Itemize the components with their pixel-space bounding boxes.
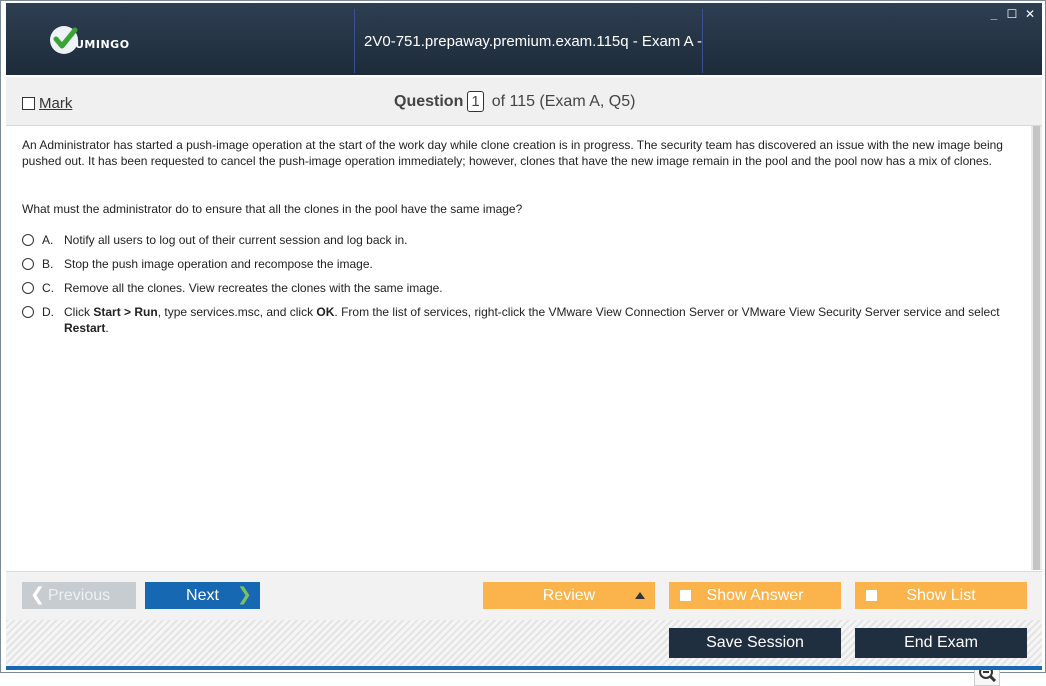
- option-a-radio[interactable]: [22, 234, 34, 246]
- next-label: Next: [186, 586, 219, 604]
- mark-label: Mark: [39, 95, 73, 112]
- option-text: Click Start > Run, type services.msc, an…: [64, 304, 1002, 336]
- question-header: Mark Question 1 of 115 (Exam A, Q5): [6, 77, 1042, 126]
- nav-bar: ❮ Previous Next ❯ Review Show Answer Sho…: [6, 571, 1042, 620]
- option-a[interactable]: A. Notify all users to log out of their …: [22, 232, 1002, 248]
- option-text: Remove all the clones. View recreates th…: [64, 281, 443, 295]
- save-session-button[interactable]: Save Session: [669, 628, 841, 658]
- close-button[interactable]: ✕: [1024, 7, 1036, 21]
- show-answer-button[interactable]: Show Answer: [669, 582, 841, 609]
- option-letter: A.: [42, 233, 54, 247]
- title-bar: UMINGO 2V0-751.prepaway.premium.exam.115…: [6, 3, 1042, 128]
- option-d[interactable]: D. Click Start > Run, type services.msc,…: [22, 304, 1002, 336]
- footer-bar: Save Session End Exam: [6, 620, 1042, 666]
- option-letter: D.: [42, 305, 54, 319]
- checkbox-icon: [680, 590, 691, 601]
- title-divider: [354, 9, 355, 73]
- question-label: Question: [394, 92, 464, 110]
- mark-checkbox[interactable]: Mark: [22, 95, 72, 112]
- show-list-button[interactable]: Show List: [855, 582, 1027, 609]
- option-text-part: Click: [64, 305, 94, 319]
- option-text-part: . From the list of services, right-click…: [334, 305, 1000, 319]
- option-text: Stop the push image operation and recomp…: [64, 257, 373, 271]
- mark-checkbox-box[interactable]: [22, 97, 35, 110]
- app-logo: UMINGO: [50, 25, 130, 55]
- option-d-radio[interactable]: [22, 306, 34, 318]
- review-button[interactable]: Review: [483, 582, 655, 609]
- question-content: An Administrator has started a push-imag…: [6, 126, 1031, 686]
- option-letter: C.: [42, 281, 54, 295]
- app-window: UMINGO 2V0-751.prepaway.premium.exam.115…: [0, 0, 1046, 686]
- option-c-radio[interactable]: [22, 282, 34, 294]
- chevron-left-icon: ❮: [30, 584, 46, 604]
- title-divider: [702, 9, 703, 73]
- scrollbar-thumb[interactable]: [1033, 126, 1040, 570]
- show-answer-label: Show Answer: [706, 586, 804, 604]
- option-c[interactable]: C. Remove all the clones. View recreates…: [22, 280, 1002, 296]
- logo-check-icon: [50, 26, 78, 54]
- option-text-bold: OK: [316, 305, 335, 319]
- option-letter: B.: [42, 257, 54, 271]
- option-text: Notify all users to log out of their cur…: [64, 233, 408, 247]
- option-b-radio[interactable]: [22, 258, 34, 270]
- content-scrollbar[interactable]: [1031, 126, 1042, 570]
- review-label: Review: [542, 586, 596, 604]
- window-controls: _ ☐ ✕: [988, 7, 1036, 21]
- checkbox-icon: [866, 590, 877, 601]
- previous-button[interactable]: ❮ Previous: [22, 582, 136, 609]
- maximize-button[interactable]: ☐: [1006, 7, 1018, 21]
- option-text-bold: Restart: [64, 321, 106, 335]
- option-text-bold: Start > Run: [93, 305, 158, 319]
- logo-text: UMINGO: [75, 37, 130, 51]
- chevron-right-icon: ❯: [236, 584, 252, 604]
- question-total: of 115 (Exam A, Q5): [491, 92, 636, 110]
- previous-label: Previous: [47, 586, 111, 604]
- option-text-part: .: [105, 321, 109, 335]
- question-number-input[interactable]: 1: [467, 91, 484, 112]
- question-counter: Question 1 of 115 (Exam A, Q5): [394, 91, 635, 112]
- end-exam-button[interactable]: End Exam: [855, 628, 1027, 658]
- minimize-button[interactable]: _: [988, 7, 1000, 21]
- next-button[interactable]: Next ❯: [145, 582, 260, 609]
- option-b[interactable]: B. Stop the push image operation and rec…: [22, 256, 1002, 272]
- option-text-part: , type services.msc, and click: [157, 305, 317, 319]
- window-title: 2V0-751.prepaway.premium.exam.115q - Exa…: [364, 33, 702, 128]
- show-list-label: Show List: [906, 586, 976, 604]
- bottom-accent-bar: [6, 666, 1042, 670]
- question-text: An Administrator has started a push-imag…: [22, 138, 1003, 168]
- caret-up-icon: [635, 592, 645, 599]
- question-prompt: What must the administrator do to ensure…: [22, 202, 523, 216]
